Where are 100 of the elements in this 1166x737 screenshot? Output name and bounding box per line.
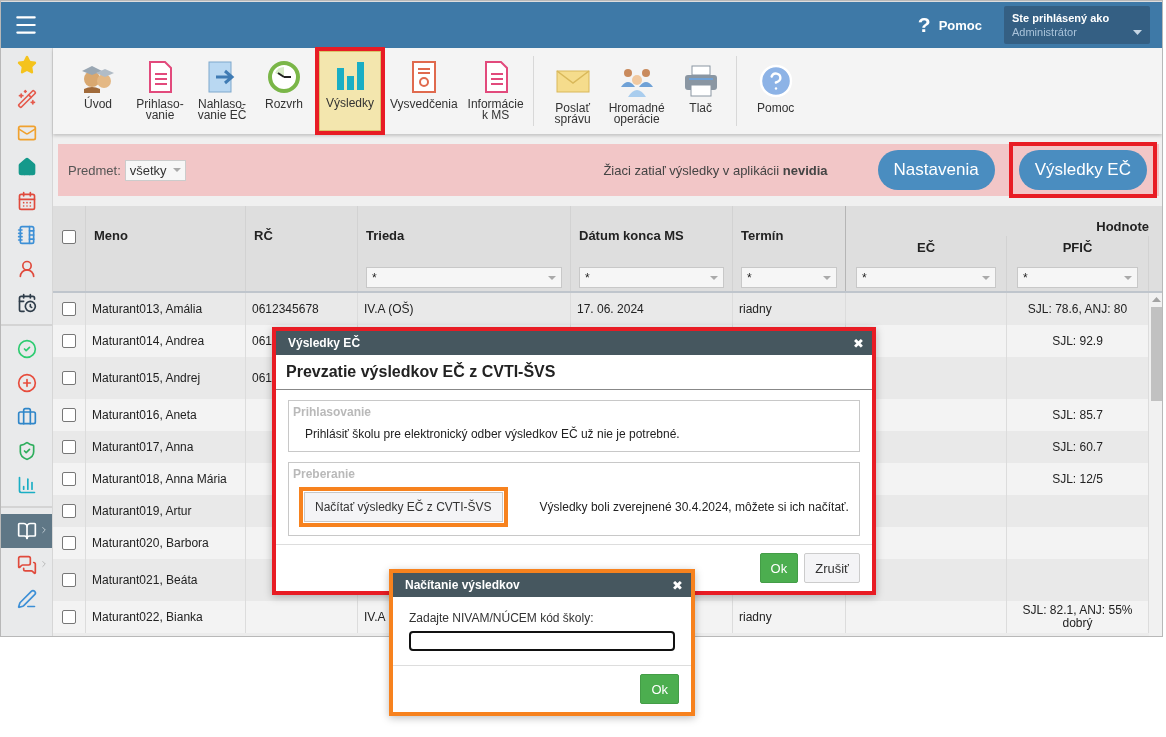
table-cell: SJL: 82.1, ANJ: 55% bbox=[1022, 604, 1133, 617]
chevron-icon bbox=[39, 559, 49, 569]
filter-select[interactable]: * bbox=[856, 267, 996, 288]
row-checkbox[interactable] bbox=[62, 371, 76, 385]
table-cell: Maturant013, Amália bbox=[92, 302, 203, 316]
filter-select[interactable]: * bbox=[366, 267, 562, 288]
toolbar-button[interactable]: Úvod bbox=[67, 52, 129, 115]
caret-icon bbox=[172, 168, 181, 172]
toolbar-button[interactable]: Informácie k MS bbox=[462, 52, 529, 126]
subject-label: Predmet: bbox=[68, 162, 121, 178]
filter-select[interactable]: * bbox=[741, 267, 837, 288]
scroll-thumb[interactable] bbox=[1151, 307, 1162, 401]
table-cell: Maturant014, Andrea bbox=[92, 334, 205, 348]
column-header[interactable]: Termín bbox=[741, 228, 837, 243]
toolbar-button[interactable]: Rozvrh bbox=[253, 52, 315, 115]
magic-wand-icon bbox=[16, 89, 37, 109]
table-cell: Maturant015, Andrej bbox=[92, 371, 201, 385]
envelope-icon bbox=[16, 123, 37, 143]
dialog-heading: Prevzatie výsledkov EČ z CVTI-ŠVS bbox=[276, 355, 872, 390]
clock-icon bbox=[266, 59, 302, 95]
table-cell: Maturant022, Bianka bbox=[92, 610, 203, 624]
scroll-up-icon[interactable] bbox=[1152, 297, 1161, 302]
pen-icon bbox=[16, 589, 37, 609]
table-cell: 17. 06. 2024 bbox=[577, 302, 644, 316]
table-cell: SJL: 92.9 bbox=[1052, 334, 1103, 348]
caret-icon bbox=[823, 275, 831, 280]
section-legend: Preberanie bbox=[293, 467, 855, 481]
caret-icon bbox=[1124, 275, 1132, 280]
caret-icon bbox=[548, 275, 556, 280]
toolbar-button[interactable]: Výsledky bbox=[319, 51, 381, 131]
group-header: Hodnote bbox=[1096, 219, 1149, 234]
column-header[interactable]: EČ bbox=[916, 240, 936, 255]
table-cell: SJL: 60.7 bbox=[1052, 440, 1103, 454]
table-cell: 0612345678 bbox=[252, 302, 319, 316]
column-header[interactable]: Dátum konca MS bbox=[579, 228, 724, 243]
school-code-field[interactable] bbox=[409, 631, 675, 651]
user-caption: Ste prihlásený ako bbox=[1012, 12, 1111, 24]
row-checkbox[interactable] bbox=[62, 302, 76, 316]
user-name: Administrátor bbox=[1012, 26, 1077, 38]
toolbar-button[interactable]: Pomoc bbox=[744, 56, 807, 119]
home-icon bbox=[16, 157, 37, 177]
filter-select[interactable]: * bbox=[579, 267, 724, 288]
toolbar-button[interactable]: Hromadné operácie bbox=[603, 56, 670, 130]
row-checkbox[interactable] bbox=[62, 610, 76, 624]
row-checkbox[interactable] bbox=[62, 536, 76, 550]
scrollbar[interactable] bbox=[1149, 293, 1162, 636]
row-checkbox[interactable] bbox=[62, 504, 76, 518]
table-cell: 061 bbox=[252, 371, 273, 385]
table-cell: Maturant019, Artur bbox=[92, 504, 192, 518]
row-checkbox[interactable] bbox=[62, 573, 76, 587]
dialog-title: Výsledky EČ bbox=[288, 336, 361, 350]
table-cell: SJL: 78.6, ANJ: 80 bbox=[1027, 302, 1128, 316]
select-all-checkbox[interactable] bbox=[62, 230, 76, 244]
table-cell: dobrý bbox=[1062, 617, 1093, 630]
close-button[interactable]: ✖ bbox=[672, 577, 683, 593]
notebook-icon bbox=[16, 225, 37, 245]
table-cell: riadny bbox=[739, 610, 772, 624]
column-header[interactable]: PFIČ bbox=[1062, 240, 1093, 255]
subject-select[interactable]: všetky bbox=[124, 159, 186, 181]
briefcase-icon bbox=[16, 407, 37, 427]
caret-icon bbox=[1133, 30, 1142, 35]
load-results-button[interactable]: Načítať výsledky EČ z CVTI-ŠVS bbox=[304, 492, 503, 522]
printer-icon bbox=[682, 63, 719, 99]
plus-circle-icon bbox=[16, 373, 37, 393]
column-header[interactable]: RČ bbox=[254, 228, 349, 243]
row-checkbox[interactable] bbox=[62, 408, 76, 422]
visibility-message: Žiaci zatiaľ výsledky v aplikácii nevidia bbox=[603, 162, 828, 178]
row-checkbox[interactable] bbox=[62, 440, 76, 454]
row-checkbox[interactable] bbox=[62, 334, 76, 348]
close-button[interactable]: ✖ bbox=[853, 335, 864, 351]
help-mark: ? bbox=[917, 13, 931, 37]
toolbar-button[interactable]: Prihlaso- vanie bbox=[129, 52, 191, 126]
column-header[interactable]: Trieda bbox=[366, 228, 562, 243]
section-legend: Prihlasovanie bbox=[293, 405, 855, 419]
user-dropdown[interactable]: Ste prihlásený ako Administrátor bbox=[1004, 6, 1150, 44]
column-header[interactable]: Meno bbox=[94, 228, 237, 243]
table-cell: Maturant018, Anna Mária bbox=[92, 472, 227, 486]
toolbar-button[interactable]: Poslať správu bbox=[541, 56, 604, 130]
dialog-button[interactable]: Zrušiť bbox=[804, 553, 860, 583]
table-cell: Maturant020, Barbora bbox=[92, 536, 209, 550]
section-text: Výsledky boli zverejnené 30.4.2024, môžete si ich načítať. bbox=[538, 500, 849, 514]
caret-icon bbox=[710, 275, 718, 280]
calendar-clock-icon bbox=[16, 293, 37, 313]
chevron-icon bbox=[39, 525, 49, 535]
help-link[interactable]: Pomoc bbox=[938, 17, 982, 33]
pill-button[interactable]: Nastavenia bbox=[877, 150, 995, 190]
table-cell: SJL: 85.7 bbox=[1052, 408, 1103, 422]
field-label: Zadajte NIVAM/NÚCEM kód školy: bbox=[409, 611, 595, 625]
row-checkbox[interactable] bbox=[62, 472, 76, 486]
pill-button[interactable]: Výsledky EČ bbox=[1018, 150, 1147, 190]
toolbar-button[interactable]: Vysvedčenia bbox=[385, 52, 463, 115]
table-cell: SJL: 12/5 bbox=[1052, 472, 1103, 486]
sidebar-item[interactable] bbox=[1, 514, 52, 548]
table-cell: 061 bbox=[252, 334, 273, 348]
table-cell: Maturant016, Aneta bbox=[92, 408, 197, 422]
toolbar-button[interactable]: Nahlaso- vanie EČ bbox=[191, 52, 253, 126]
toolbar-button[interactable]: Tlač bbox=[669, 56, 732, 119]
calendar-icon bbox=[16, 191, 37, 211]
filter-select[interactable]: * bbox=[1017, 267, 1138, 288]
open-book-icon bbox=[16, 521, 37, 541]
